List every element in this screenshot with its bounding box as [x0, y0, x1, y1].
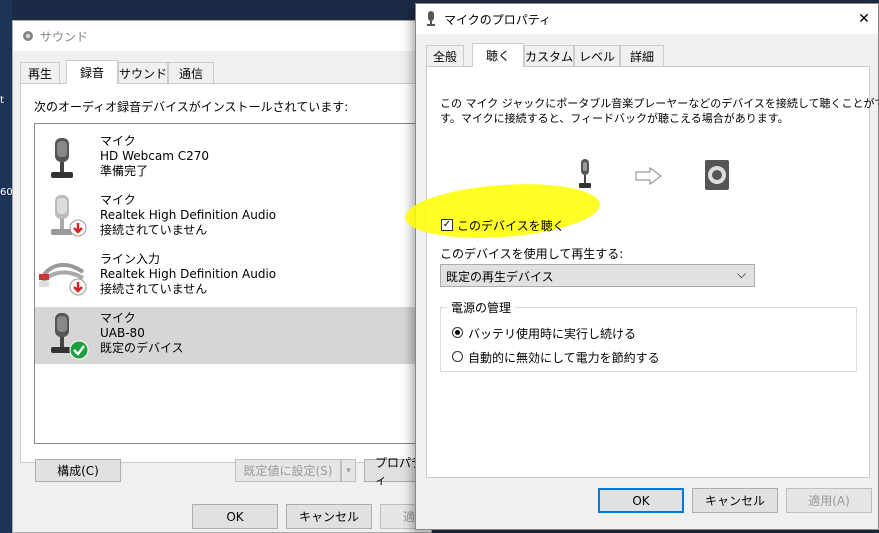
device-name: ライン入力 [100, 252, 161, 266]
arrow-right-icon [635, 167, 663, 185]
tab-listen[interactable]: 聴く [472, 43, 524, 67]
radio-keep-running-label[interactable]: バッテリ使用時に実行し続ける [468, 325, 636, 342]
disconnected-arrow-icon [69, 278, 87, 296]
window-title: サウンド [40, 30, 89, 44]
recording-panel: 次のオーディオ録音デバイスがインストールされています: マイク HD Webca… [20, 83, 435, 487]
ok-button[interactable]: OK [598, 488, 684, 513]
device-status: 既定のデバイス [100, 341, 184, 355]
radio-auto-disable[interactable] [452, 351, 463, 362]
instruction-text: 次のオーディオ録音デバイスがインストールされています: [34, 100, 349, 114]
sound-dialog: サウンド 再生 録音 サウンド 通信 次のオーディオ録音デバイスがインストールさ… [12, 20, 440, 533]
device-name: マイク [100, 134, 136, 148]
configure-button[interactable]: 構成(C) [35, 459, 121, 482]
list-item[interactable]: マイク UAB-80 既定のデバイス [35, 307, 435, 364]
default-check-icon [69, 340, 89, 360]
device-driver: HD Webcam C270 [100, 149, 209, 163]
set-default-button[interactable]: 既定値に設定(S) [235, 459, 341, 482]
tab-advanced[interactable]: 詳細 [620, 45, 664, 66]
webcam-mic-icon [51, 138, 73, 178]
speaker-icon [705, 160, 729, 190]
playback-device-select[interactable]: 既定の再生デバイス ⌵ [440, 264, 755, 287]
cancel-button[interactable]: キャンセル [692, 488, 778, 513]
microphone-title-icon [427, 11, 435, 26]
tab-sounds[interactable]: サウンド [118, 62, 168, 83]
mic-properties-dialog: マイクのプロパティ ✕ 全般 聴く カスタム レベル 詳細 この マイク ジャッ… [403, 3, 879, 530]
chevron-down-icon: ⌵ [737, 267, 747, 281]
radio-keep-running[interactable] [452, 327, 463, 338]
desktop-background [0, 0, 12, 533]
desktop-text-1: t [0, 95, 4, 106]
title-bar: マイクのプロパティ ✕ [416, 4, 878, 34]
listen-checkbox[interactable]: ✓ [441, 219, 453, 231]
device-status: 接続されていません [100, 223, 208, 237]
tab-bar: 再生 録音 サウンド 通信 [20, 60, 420, 84]
list-item[interactable]: マイク HD Webcam C270 準備完了 [35, 130, 435, 187]
tab-communications[interactable]: 通信 [168, 62, 214, 83]
tab-custom[interactable]: カスタム [524, 45, 574, 66]
listen-panel: この マイク ジャックにポータブル音楽プレーヤーなどのデバイスを接続して聴くこと… [403, 66, 879, 478]
apply-button[interactable]: 適用(A) [786, 488, 872, 513]
cancel-button[interactable]: キャンセル [286, 504, 372, 529]
tab-recording[interactable]: 録音 [66, 60, 118, 84]
device-name: マイク [100, 311, 136, 325]
desktop-text-2: 60 [0, 187, 13, 198]
description-line-2: す。マイクに接続すると、フィードバックが聴こえる場合があります。 [440, 112, 789, 125]
tab-bar: 全般 聴く カスタム レベル 詳細 [426, 43, 866, 67]
microphone-icon [579, 159, 591, 188]
playback-select-value: 既定の再生デバイス [446, 270, 554, 284]
device-status: 接続されていません [100, 282, 208, 296]
radio-auto-disable-label[interactable]: 自動的に無効にして電力を節約する [468, 349, 660, 366]
device-list[interactable]: マイク HD Webcam C270 準備完了 マイク Realtek High… [34, 123, 435, 444]
device-status: 準備完了 [100, 164, 149, 178]
chevron-down-icon: ▾ [346, 465, 351, 476]
device-driver: UAB-80 [100, 326, 145, 340]
speaker-app-icon [23, 31, 33, 41]
list-item[interactable]: ライン入力 Realtek High Definition Audio 接続され… [35, 248, 435, 305]
device-driver: Realtek High Definition Audio [100, 208, 277, 222]
playback-label: このデバイスを使用して再生する: [440, 247, 624, 261]
listen-checkbox-label[interactable]: このデバイスを聴く [457, 217, 565, 234]
disconnected-arrow-icon [69, 219, 87, 237]
tab-levels[interactable]: レベル [574, 45, 620, 66]
list-item[interactable]: マイク Realtek High Definition Audio 接続されてい… [35, 189, 435, 246]
set-default-dropdown-button[interactable]: ▾ [341, 459, 356, 482]
description-line-1: この マイク ジャックにポータブル音楽プレーヤーなどのデバイスを接続して聴くこと… [440, 97, 879, 110]
ok-button[interactable]: OK [192, 504, 278, 529]
window-title: マイクのプロパティ [444, 13, 552, 27]
device-name: マイク [100, 193, 136, 207]
power-group-title: 電源の管理 [447, 299, 516, 316]
tab-general[interactable]: 全般 [426, 45, 464, 66]
tab-playback[interactable]: 再生 [20, 62, 60, 83]
device-driver: Realtek High Definition Audio [100, 267, 277, 281]
title-bar: サウンド [13, 21, 433, 51]
close-icon[interactable]: ✕ [852, 8, 876, 30]
